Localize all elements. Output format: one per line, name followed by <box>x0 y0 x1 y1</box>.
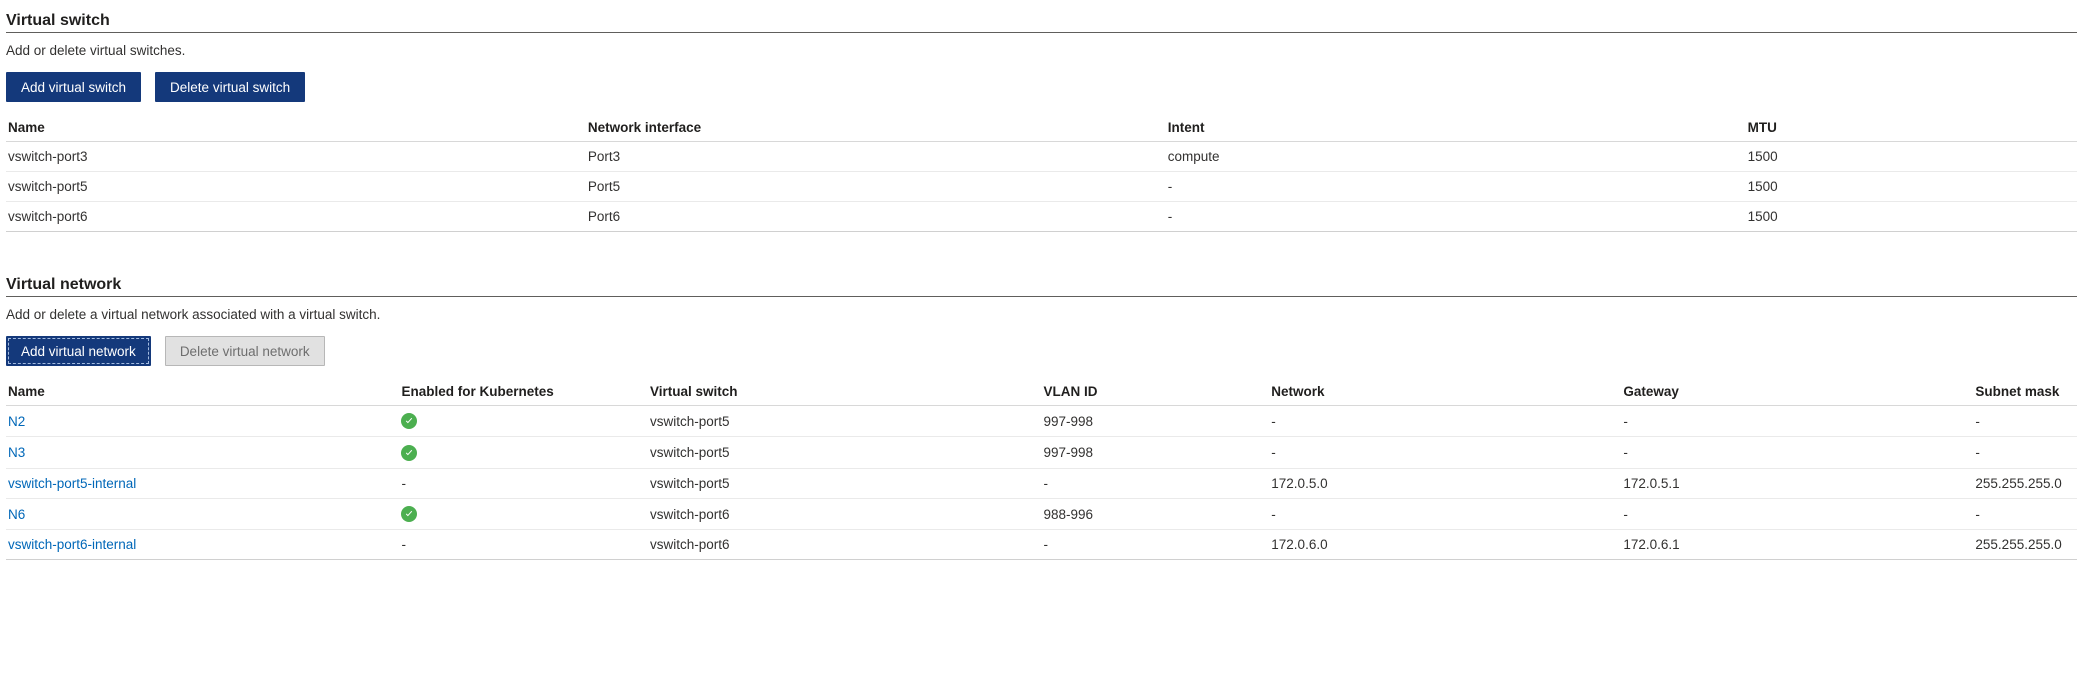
virtual-switch-table: Name Network interface Intent MTU vswitc… <box>6 114 2077 232</box>
col-header-interface[interactable]: Network interface <box>586 114 1166 142</box>
cell-vswitch: vswitch-port6 <box>648 530 1041 560</box>
col-header-vlan[interactable]: VLAN ID <box>1041 378 1269 406</box>
col-header-network[interactable]: Network <box>1269 378 1621 406</box>
cell-gateway: 172.0.5.1 <box>1621 468 1973 498</box>
cell-intent: - <box>1166 202 1746 232</box>
cell-subnet: - <box>1973 437 2077 468</box>
cell-vswitch: vswitch-port6 <box>648 498 1041 529</box>
cell-gateway: - <box>1621 406 1973 437</box>
enabled-check-icon <box>401 445 417 461</box>
col-header-mtu[interactable]: MTU <box>1746 114 2077 142</box>
table-row[interactable]: vswitch-port6-internal-vswitch-port6-172… <box>6 530 2077 560</box>
table-row[interactable]: N2vswitch-port5997-998--- <box>6 406 2077 437</box>
cell-mtu: 1500 <box>1746 142 2077 172</box>
col-header-subnet[interactable]: Subnet mask <box>1973 378 2077 406</box>
cell-vswitch: vswitch-port5 <box>648 437 1041 468</box>
virtual-network-name-link[interactable]: vswitch-port6-internal <box>8 537 136 552</box>
virtual-switch-description: Add or delete virtual switches. <box>6 43 2077 58</box>
virtual-network-name-link[interactable]: N6 <box>8 507 25 522</box>
cell-k8s <box>399 437 648 468</box>
cell-k8s: - <box>399 468 648 498</box>
cell-vlan: - <box>1041 468 1269 498</box>
cell-k8s <box>399 406 648 437</box>
table-row[interactable]: vswitch-port5-internal-vswitch-port5-172… <box>6 468 2077 498</box>
virtual-network-table: Name Enabled for Kubernetes Virtual swit… <box>6 378 2077 560</box>
cell-name: vswitch-port3 <box>6 142 586 172</box>
virtual-switch-title: Virtual switch <box>6 12 2077 30</box>
cell-k8s <box>399 498 648 529</box>
delete-virtual-network-button: Delete virtual network <box>165 336 325 366</box>
table-row[interactable]: vswitch-port3 Port3 compute 1500 <box>6 142 2077 172</box>
virtual-network-title: Virtual network <box>6 276 2077 294</box>
cell-mtu: 1500 <box>1746 172 2077 202</box>
cell-gateway: 172.0.6.1 <box>1621 530 1973 560</box>
cell-vlan: 988-996 <box>1041 498 1269 529</box>
cell-vswitch: vswitch-port5 <box>648 468 1041 498</box>
virtual-network-name-link[interactable]: N3 <box>8 445 25 460</box>
cell-network: - <box>1269 406 1621 437</box>
cell-gateway: - <box>1621 498 1973 529</box>
cell-network: 172.0.5.0 <box>1269 468 1621 498</box>
enabled-check-icon <box>401 506 417 522</box>
cell-interface: Port3 <box>586 142 1166 172</box>
cell-vswitch: vswitch-port5 <box>648 406 1041 437</box>
cell-subnet: - <box>1973 498 2077 529</box>
col-header-name[interactable]: Name <box>6 378 399 406</box>
virtual-network-name-link[interactable]: vswitch-port5-internal <box>8 476 136 491</box>
cell-network: - <box>1269 437 1621 468</box>
cell-name: vswitch-port6 <box>6 202 586 232</box>
col-header-gateway[interactable]: Gateway <box>1621 378 1973 406</box>
virtual-network-name-link[interactable]: N2 <box>8 414 25 429</box>
cell-interface: Port6 <box>586 202 1166 232</box>
col-header-k8s[interactable]: Enabled for Kubernetes <box>399 378 648 406</box>
add-virtual-network-button[interactable]: Add virtual network <box>6 336 151 366</box>
table-row[interactable]: vswitch-port5 Port5 - 1500 <box>6 172 2077 202</box>
col-header-name[interactable]: Name <box>6 114 586 142</box>
enabled-check-icon <box>401 413 417 429</box>
divider <box>6 32 2077 33</box>
cell-intent: compute <box>1166 142 1746 172</box>
cell-name: vswitch-port5 <box>6 172 586 202</box>
cell-subnet: - <box>1973 406 2077 437</box>
cell-network: 172.0.6.0 <box>1269 530 1621 560</box>
cell-subnet: 255.255.255.0 <box>1973 530 2077 560</box>
cell-vlan: 997-998 <box>1041 406 1269 437</box>
cell-network: - <box>1269 498 1621 529</box>
table-row[interactable]: N6vswitch-port6988-996--- <box>6 498 2077 529</box>
divider <box>6 296 2077 297</box>
cell-subnet: 255.255.255.0 <box>1973 468 2077 498</box>
table-row[interactable]: N3vswitch-port5997-998--- <box>6 437 2077 468</box>
delete-virtual-switch-button[interactable]: Delete virtual switch <box>155 72 305 102</box>
cell-mtu: 1500 <box>1746 202 2077 232</box>
cell-k8s: - <box>399 530 648 560</box>
cell-interface: Port5 <box>586 172 1166 202</box>
col-header-vswitch[interactable]: Virtual switch <box>648 378 1041 406</box>
cell-intent: - <box>1166 172 1746 202</box>
table-row[interactable]: vswitch-port6 Port6 - 1500 <box>6 202 2077 232</box>
cell-vlan: - <box>1041 530 1269 560</box>
virtual-network-description: Add or delete a virtual network associat… <box>6 307 2077 322</box>
cell-gateway: - <box>1621 437 1973 468</box>
add-virtual-switch-button[interactable]: Add virtual switch <box>6 72 141 102</box>
col-header-intent[interactable]: Intent <box>1166 114 1746 142</box>
cell-vlan: 997-998 <box>1041 437 1269 468</box>
